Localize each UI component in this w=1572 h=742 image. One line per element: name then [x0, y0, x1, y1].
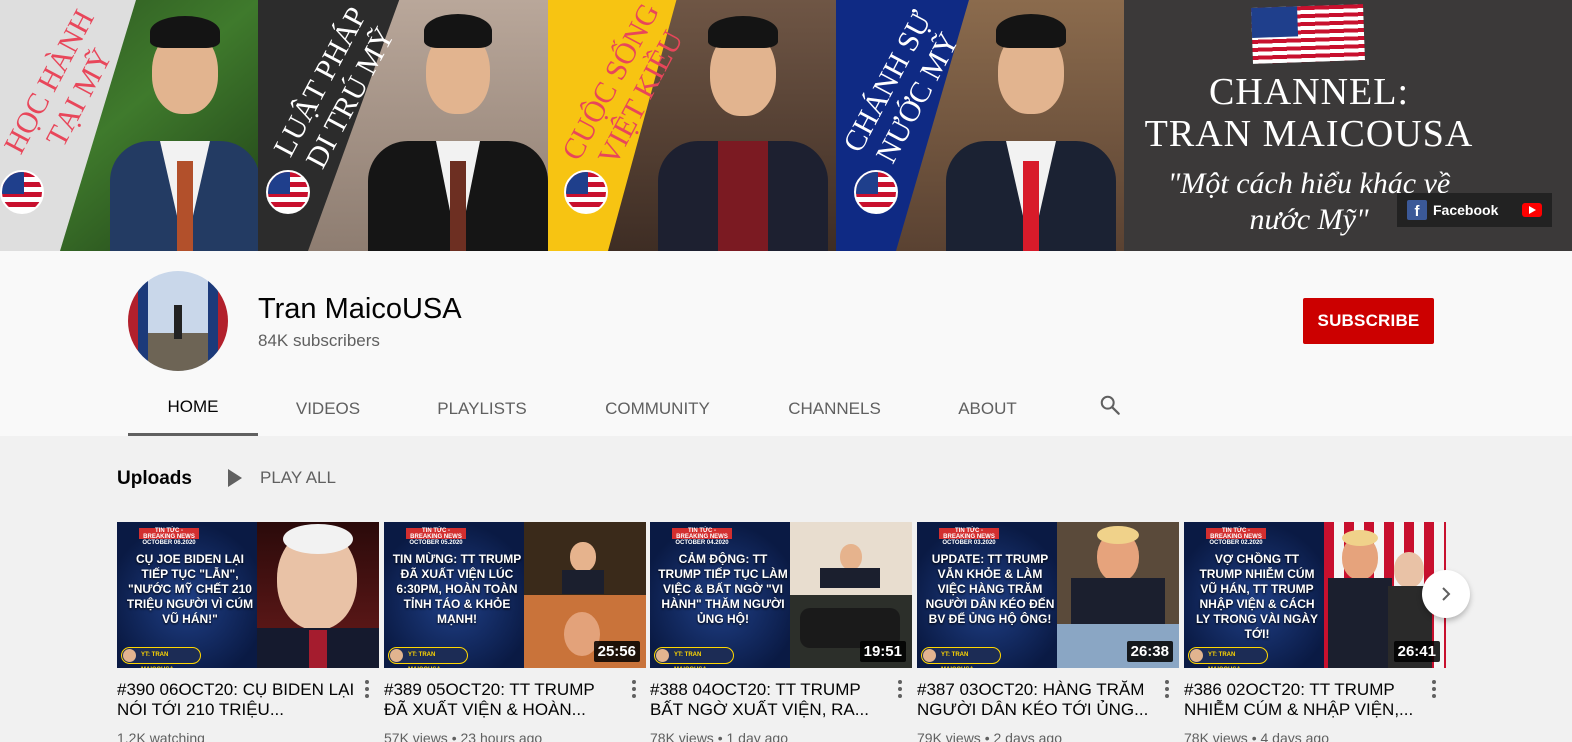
tab-playlists[interactable]: PLAYLISTS [398, 381, 566, 436]
more-options-icon[interactable] [1165, 680, 1169, 698]
more-options-icon[interactable] [632, 680, 636, 698]
video-title[interactable]: #390 06OCT20: CỤ BIDEN LẠI NÓI TỚI 210 T… [117, 680, 379, 720]
thumbnail-brand: YT: TRAN MAICOUSA [121, 647, 201, 668]
channel-header: Tran MaicoUSA 84K subscribers SUBSCRIBE … [0, 251, 1572, 436]
channel-banner: HỌC HÀNH TẠI MỸ LUẬT PHÁP DI TRÚ MỸ CUỘC… [0, 0, 1572, 251]
banner-channel-label: CHANNEL: [1208, 71, 1410, 113]
video-meta: 1.2K watching [117, 730, 205, 742]
banner-panel-study: HỌC HÀNH TẠI MỸ [0, 0, 258, 251]
chevron-right-icon [1442, 587, 1451, 601]
shelf-title[interactable]: Uploads [117, 468, 192, 490]
youtube-icon[interactable] [1522, 203, 1542, 217]
video-title[interactable]: #388 04OCT20: TT TRUMP BẤT NGỜ XUẤT VIỆN… [650, 680, 912, 720]
more-options-icon[interactable] [365, 680, 369, 698]
video-duration: 26:41 [1393, 641, 1440, 662]
video-thumbnail[interactable]: TIN TỨC - BREAKING NEWS OCTOBER 06.2020 … [117, 522, 379, 668]
channel-name: Tran MaicoUSA [258, 293, 462, 325]
subscriber-count: 84K subscribers [258, 331, 380, 350]
channel-tabs: HOME VIDEOS PLAYLISTS COMMUNITY CHANNELS… [128, 381, 1055, 436]
video-title[interactable]: #387 03OCT20: HÀNG TRĂM NGƯỜI DÂN KÉO TỚ… [917, 680, 1179, 720]
tab-home[interactable]: HOME [128, 381, 258, 436]
tab-channels[interactable]: CHANNELS [749, 381, 920, 436]
video-title[interactable]: #386 02OCT20: TT TRUMP NHIỄM CÚM & NHẬP … [1184, 680, 1446, 720]
news-tag: TIN TỨC - BREAKING NEWS OCTOBER 03.2020 [939, 528, 999, 546]
channel-avatar[interactable] [128, 271, 228, 371]
video-card[interactable]: TIN TỨC - BREAKING NEWS OCTOBER 03.2020 … [917, 522, 1179, 742]
video-card[interactable]: TIN TỨC - BREAKING NEWS OCTOBER 06.2020 … [117, 522, 379, 742]
banner-channel-name: TRAN MAICOUSA [1144, 113, 1474, 155]
video-duration: 19:51 [859, 641, 906, 662]
video-thumbnail[interactable]: TIN TỨC - BREAKING NEWS OCTOBER 02.2020 … [1184, 522, 1446, 668]
us-flag-icon [0, 170, 44, 214]
play-all-button[interactable]: PLAY ALL [228, 468, 336, 488]
video-title[interactable]: #389 05OCT20: TT TRUMP ĐÃ XUẤT VIỆN & HO… [384, 680, 646, 720]
thumbnail-headline: CẢM ĐỘNG: TT TRUMP TIẾP TỤC LÀM VIỆC & B… [658, 552, 788, 626]
subscribe-button[interactable]: SUBSCRIBE [1303, 298, 1434, 344]
banner-panel-politics: CHÁNH SỰ NƯỚC MỸ [836, 0, 1124, 251]
video-thumbnail[interactable]: TIN TỨC - BREAKING NEWS OCTOBER 03.2020 … [917, 522, 1179, 668]
video-card[interactable]: TIN TỨC - BREAKING NEWS OCTOBER 05.2020 … [384, 522, 646, 742]
search-icon[interactable] [1099, 394, 1121, 416]
banner-panel-law: LUẬT PHÁP DI TRÚ MỸ [258, 0, 548, 251]
video-duration: 25:56 [593, 641, 640, 662]
video-thumbnail[interactable]: TIN TỨC - BREAKING NEWS OCTOBER 04.2020 … [650, 522, 912, 668]
tab-community[interactable]: COMMUNITY [566, 381, 749, 436]
video-thumbnail[interactable]: TIN TỨC - BREAKING NEWS OCTOBER 05.2020 … [384, 522, 646, 668]
news-tag: TIN TỨC - BREAKING NEWS OCTOBER 06.2020 [139, 528, 199, 546]
banner-links: f Facebook [1397, 193, 1552, 227]
facebook-icon[interactable]: f [1407, 200, 1427, 220]
news-tag: TIN TỨC - BREAKING NEWS OCTOBER 05.2020 [406, 528, 466, 546]
video-meta: 78K views • 1 day ago [650, 730, 788, 742]
facebook-link[interactable]: Facebook [1433, 202, 1498, 218]
thumbnail-brand: YT: TRAN MAICOUSA [388, 647, 468, 668]
play-icon [228, 469, 242, 487]
shelf-next-button[interactable] [1422, 570, 1470, 618]
thumbnail-headline: CỤ JOE BIDEN LẠI TIẾP TỤC "LẪN", "NƯỚC M… [126, 552, 254, 626]
news-tag: TIN TỨC - BREAKING NEWS OCTOBER 04.2020 [672, 528, 732, 546]
video-duration: 26:38 [1126, 641, 1173, 662]
video-shelf: TIN TỨC - BREAKING NEWS OCTOBER 06.2020 … [117, 522, 1446, 742]
banner-panel-life: CUỘC SỐNG VIỆT KIỀU [548, 0, 836, 251]
more-options-icon[interactable] [1432, 680, 1436, 698]
us-flag-icon [564, 170, 608, 214]
more-options-icon[interactable] [898, 680, 902, 698]
video-meta: 57K views • 23 hours ago [384, 730, 543, 742]
tab-videos[interactable]: VIDEOS [258, 381, 398, 436]
video-card[interactable]: TIN TỨC - BREAKING NEWS OCTOBER 04.2020 … [650, 522, 912, 742]
tab-about[interactable]: ABOUT [920, 381, 1055, 436]
video-meta: 79K views • 2 days ago [917, 730, 1062, 742]
us-flag-icon [854, 170, 898, 214]
video-card[interactable]: TIN TỨC - BREAKING NEWS OCTOBER 02.2020 … [1184, 522, 1446, 742]
thumbnail-brand: YT: TRAN MAICOUSA [654, 647, 734, 668]
us-flag-icon [1251, 4, 1365, 64]
news-tag: TIN TỨC - BREAKING NEWS OCTOBER 02.2020 [1206, 528, 1266, 546]
thumbnail-headline: UPDATE: TT TRUMP VẪN KHỎE & LÀM VIỆC HÀN… [925, 552, 1055, 626]
play-all-label: PLAY ALL [260, 468, 336, 487]
thumbnail-headline: TIN MỪNG: TT TRUMP ĐÃ XUẤT VIỆN LÚC 6:30… [392, 552, 522, 626]
video-meta: 78K views • 4 days ago [1184, 730, 1329, 742]
thumbnail-brand: YT: TRAN MAICOUSA [1188, 647, 1268, 668]
us-flag-icon [266, 170, 310, 214]
thumbnail-headline: VỢ CHỒNG TT TRUMP NHIỄM CÚM VŨ HÁN, TT T… [1195, 552, 1319, 641]
thumbnail-brand: YT: TRAN MAICOUSA [921, 647, 1001, 668]
